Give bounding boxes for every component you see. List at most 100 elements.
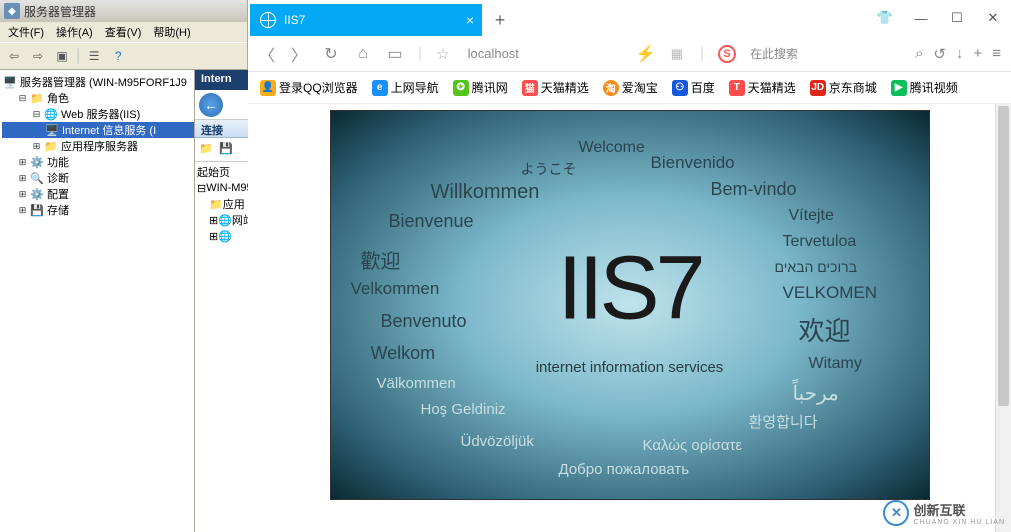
bookmark-jd[interactable]: JD京东商城 bbox=[806, 77, 881, 98]
download-icon[interactable]: ↓ bbox=[956, 45, 964, 62]
bookmark-aitaobao[interactable]: 淘爱淘宝 bbox=[599, 77, 662, 98]
browser-content: IIS7 internet information services Welco… bbox=[248, 104, 1011, 532]
iis-connections-header: 连接 bbox=[195, 120, 248, 138]
w-velkommen: Velkommen bbox=[351, 279, 440, 299]
w-hos: Hoş Geldiniz bbox=[421, 401, 506, 418]
w-huanying-tc: 歡迎 bbox=[361, 245, 401, 274]
browser-tabstrip: IIS7 × + 👕 — ☐ ✕ bbox=[248, 0, 1011, 36]
iis-subtitle: internet information services bbox=[536, 359, 724, 376]
close-window-icon[interactable]: ✕ bbox=[981, 6, 1005, 30]
w-bienvenue: Bienvenue bbox=[389, 211, 474, 232]
w-youkoso: ようこそ bbox=[521, 159, 577, 179]
back-icon[interactable]: ⇦ bbox=[4, 46, 24, 66]
tab-title: IIS7 bbox=[284, 13, 305, 27]
w-valkommen: Välkommen bbox=[377, 375, 456, 392]
menu-help[interactable]: 帮助(H) bbox=[147, 22, 196, 42]
forward-button[interactable]: 〉 bbox=[290, 42, 308, 66]
flash-icon[interactable]: ⚡ bbox=[636, 44, 654, 64]
iis-app-pools[interactable]: 📁应用 bbox=[197, 196, 246, 212]
bookmark-tmall[interactable]: 猫天猫精选 bbox=[518, 77, 593, 98]
minimize-icon[interactable]: — bbox=[909, 6, 933, 30]
scrollbar-thumb[interactable] bbox=[998, 106, 1009, 406]
iis-header: Intern bbox=[195, 70, 248, 90]
iis-site-item[interactable]: ⊞🌐 bbox=[197, 228, 246, 244]
tab-close-icon[interactable]: × bbox=[466, 12, 474, 28]
reload-button[interactable]: ↻ bbox=[322, 44, 340, 64]
menu-action[interactable]: 操作(A) bbox=[50, 22, 99, 42]
menu-file[interactable]: 文件(F) bbox=[2, 22, 50, 42]
w-huanying-sc: 欢迎 bbox=[799, 311, 851, 348]
search-placeholder[interactable]: 在此搜索 bbox=[750, 45, 798, 62]
iis-start-page[interactable]: 起始页 bbox=[197, 164, 246, 180]
w-vitejte: Vítejte bbox=[789, 207, 834, 225]
w-welkom: Welkom bbox=[371, 343, 436, 364]
browser-window: IIS7 × + 👕 — ☐ ✕ 〈 〉 ↻ ⌂ ▭ | ☆ localhost… bbox=[248, 0, 1011, 532]
iis-toolbar: ← bbox=[195, 90, 248, 120]
iis-back-button[interactable]: ← bbox=[199, 93, 223, 117]
watermark: ✕ 创新互联 CHUANG XIN HU LIAN bbox=[883, 500, 1005, 526]
iis-tree: 起始页 ⊟ WIN-M95 📁应用 ⊞🌐网站 ⊞🌐 bbox=[195, 162, 248, 246]
menu-icon[interactable]: ≡ bbox=[992, 45, 1001, 62]
server-manager-toolbar: ⇦ ⇨ ▣ | ☰ ? bbox=[0, 42, 247, 70]
bookmarks-bar: 👤登录QQ浏览器 e上网导航 ✪腾讯网 猫天猫精选 淘爱淘宝 ⚇百度 T天猫精选… bbox=[248, 72, 1011, 104]
w-tervetuloa: Tervetuloa bbox=[783, 233, 857, 251]
new-tab-button[interactable]: + bbox=[482, 4, 518, 36]
server-manager-menubar: 文件(F) 操作(A) 查看(V) 帮助(H) bbox=[0, 22, 247, 42]
iis-logo-text: IIS7 bbox=[557, 238, 701, 341]
watermark-text: 创新互联 bbox=[913, 500, 1005, 519]
w-benvenuto: Benvenuto bbox=[381, 311, 467, 332]
sogou-icon[interactable]: S bbox=[718, 45, 736, 63]
w-bienvenido: Bienvenido bbox=[651, 153, 735, 173]
w-welcome: Welcome bbox=[579, 139, 645, 157]
bookmark-tencent-video[interactable]: ▶腾讯视频 bbox=[887, 77, 962, 98]
favorite-icon[interactable]: ☆ bbox=[436, 45, 449, 63]
iis-tree-toolbar: 📁 💾 bbox=[195, 138, 248, 162]
w-arabic: مرحباً bbox=[793, 381, 839, 406]
help-icon[interactable]: ? bbox=[108, 46, 128, 66]
w-udvozoljuk: Üdvözöljük bbox=[461, 433, 534, 450]
filter-icon[interactable]: ▣ bbox=[52, 46, 72, 66]
bookmark-qq-login[interactable]: 👤登录QQ浏览器 bbox=[256, 77, 362, 98]
iis-server-node[interactable]: ⊟ WIN-M95 bbox=[197, 180, 246, 196]
browser-tab-active[interactable]: IIS7 × bbox=[250, 4, 482, 36]
watermark-logo-icon: ✕ bbox=[883, 500, 909, 526]
forward-icon[interactable]: ⇨ bbox=[28, 46, 48, 66]
w-bemvindo: Bem-vindo bbox=[711, 179, 797, 200]
watermark-sub: CHUANG XIN HU LIAN bbox=[913, 519, 1005, 526]
bookmark-baidu[interactable]: ⚇百度 bbox=[668, 77, 719, 98]
server-manager-titlebar: ◆ 服务器管理器 bbox=[0, 0, 247, 22]
vertical-scrollbar[interactable] bbox=[995, 104, 1011, 532]
save-icon[interactable]: 💾 bbox=[219, 142, 235, 158]
globe-icon bbox=[260, 12, 276, 28]
server-icon: ◆ bbox=[4, 3, 20, 19]
home-button[interactable]: ⌂ bbox=[354, 45, 372, 63]
w-willkommen: Willkommen bbox=[431, 181, 540, 204]
server-manager-title: 服务器管理器 bbox=[24, 3, 96, 20]
w-korean: 환영합니다 bbox=[749, 411, 818, 432]
bookmark-tmall2[interactable]: T天猫精选 bbox=[725, 77, 800, 98]
iis-welcome-page: IIS7 internet information services Welco… bbox=[330, 110, 930, 500]
qr-icon[interactable]: ▦ bbox=[668, 46, 686, 62]
w-greek: Καλώς ορίσατε bbox=[643, 437, 743, 454]
menu-view[interactable]: 查看(V) bbox=[99, 22, 148, 42]
search-icon[interactable]: ⌕ bbox=[915, 45, 923, 62]
window-controls: 👕 — ☐ ✕ bbox=[873, 6, 1005, 30]
folder-icon[interactable]: 📁 bbox=[199, 142, 215, 158]
w-hebrew: ברוכים הבאים bbox=[775, 259, 857, 275]
bookmark-nav[interactable]: e上网导航 bbox=[368, 77, 443, 98]
add-icon[interactable]: + bbox=[973, 45, 982, 62]
browser-address-bar: 〈 〉 ↻ ⌂ ▭ | ☆ localhost ⚡ ▦ | S 在此搜索 ⌕ ↺… bbox=[248, 36, 1011, 72]
maximize-icon[interactable]: ☐ bbox=[945, 6, 969, 30]
w-russian: Добро пожаловать bbox=[559, 461, 690, 478]
iis-sites[interactable]: ⊞🌐网站 bbox=[197, 212, 246, 228]
bookmark-tencent[interactable]: ✪腾讯网 bbox=[449, 77, 512, 98]
url-text[interactable]: localhost bbox=[468, 46, 519, 61]
tool-icon[interactable]: ☰ bbox=[84, 46, 104, 66]
w-velkomen: VELKOMEN bbox=[783, 283, 877, 303]
w-witamy: Witamy bbox=[809, 355, 862, 373]
back-button[interactable]: 〈 bbox=[258, 42, 276, 66]
skin-icon[interactable]: 👕 bbox=[873, 6, 897, 30]
reader-icon[interactable]: ▭ bbox=[386, 44, 404, 64]
refresh-icon[interactable]: ↺ bbox=[933, 45, 946, 63]
iis-manager-panel: Intern ← 连接 📁 💾 起始页 ⊟ WIN-M95 📁应用 ⊞🌐网站 ⊞… bbox=[194, 70, 248, 532]
